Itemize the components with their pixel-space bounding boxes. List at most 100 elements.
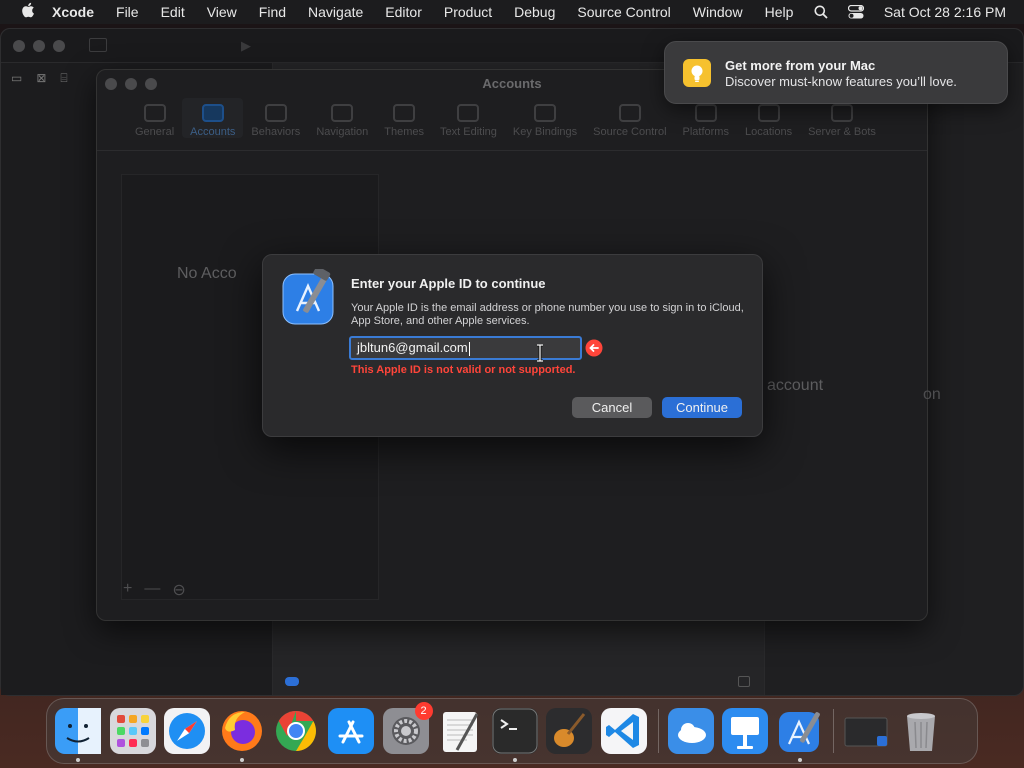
notification-badge: 2 (414, 702, 433, 720)
running-indicator (76, 758, 80, 762)
xcode-icon (778, 712, 820, 752)
accounts-list-controls: + — ⊖ (123, 580, 186, 600)
menu-file[interactable]: File (116, 4, 139, 20)
at-sign-icon (201, 104, 224, 122)
vscode-icon (600, 708, 647, 754)
app-menu-xcode[interactable]: Xcode (52, 4, 94, 20)
dock-divider (657, 709, 659, 753)
dock-divider (833, 709, 835, 753)
status-indicator (285, 677, 299, 686)
menu-edit[interactable]: Edit (161, 4, 185, 20)
terminal-icon (491, 708, 538, 754)
tab-themes[interactable]: Themes (376, 98, 432, 138)
divider (97, 150, 927, 151)
tab-label: Behaviors (251, 126, 301, 138)
xcode-app-icon (280, 266, 338, 327)
cancel-button[interactable]: Cancel (572, 397, 652, 418)
more-options-button[interactable]: ⊖ (172, 580, 185, 600)
dock-safari[interactable] (164, 708, 211, 754)
dialog-description: Your Apple ID is the email address or ph… (351, 302, 744, 327)
dock-screen-window[interactable] (843, 708, 889, 754)
guitar-icon (546, 708, 593, 754)
prefs-tab-bar: General Accounts Behaviors Navigation Th… (127, 98, 884, 138)
tab-accounts[interactable]: Accounts (182, 98, 244, 138)
tab-locations[interactable]: Locations (737, 98, 800, 138)
menu-clock[interactable]: Sat Oct 28 2:16 PM (884, 4, 1006, 20)
tab-text-editing[interactable]: Text Editing (432, 98, 505, 138)
notification-banner[interactable]: Get more from your Mac Discover must-kno… (664, 41, 1008, 104)
tab-label: Locations (744, 126, 793, 138)
behaviors-icon (264, 104, 287, 122)
zoom-window-button[interactable] (53, 40, 65, 52)
no-accounts-label: No Acco (177, 265, 237, 282)
dock-trash[interactable] (898, 708, 944, 754)
close-window-button[interactable] (13, 40, 25, 52)
menu-view[interactable]: View (207, 4, 237, 20)
remove-account-button[interactable]: — (144, 580, 160, 600)
brush-icon (393, 104, 416, 122)
menu-find[interactable]: Find (259, 4, 286, 20)
drive-icon (757, 104, 780, 122)
dock-system-settings[interactable]: 2 (382, 702, 433, 754)
tab-server-bots[interactable]: Server & Bots (800, 98, 884, 138)
dock-textedit[interactable] (437, 708, 483, 754)
source-control-icon (618, 104, 641, 122)
dock-terminal[interactable] (491, 708, 538, 762)
dock-keynote[interactable] (722, 708, 769, 754)
notification-body: Discover must-know features you’ll love. (725, 74, 957, 89)
dock-launchpad[interactable] (109, 708, 156, 754)
dock-xcode[interactable] (777, 708, 823, 762)
app-store-icon (327, 708, 374, 754)
apple-id-input[interactable]: jbltun6@gmail.com (349, 336, 582, 360)
dock-chrome[interactable] (273, 708, 319, 754)
menu-navigate[interactable]: Navigate (308, 4, 363, 20)
tab-platforms[interactable]: Platforms (675, 98, 737, 138)
tab-label: Themes (384, 126, 425, 138)
menu-editor[interactable]: Editor (385, 4, 422, 20)
navigator-tabs: ▭ ⊠ ⌸ (11, 71, 68, 86)
sidebar-toggle-icon[interactable] (89, 38, 107, 52)
hierarchy-icon[interactable]: ⌸ (60, 71, 67, 86)
pencil-icon (457, 104, 480, 122)
running-indicator (512, 758, 517, 762)
keyboard-icon (534, 104, 557, 122)
tab-navigation[interactable]: Navigation (308, 98, 376, 138)
continue-button[interactable]: Continue (662, 397, 742, 418)
tab-general[interactable]: General (127, 98, 182, 138)
dock-garageband[interactable] (546, 708, 593, 754)
dock-weather[interactable] (667, 708, 714, 754)
finder-icon (55, 708, 101, 754)
apple-id-dialog: Enter your Apple ID to continue Your App… (262, 254, 763, 437)
notification-title: Get more from your Mac (725, 58, 876, 73)
control-center-icon[interactable] (847, 5, 864, 19)
source-control-icon[interactable]: ⊠ (36, 71, 46, 86)
add-account-button[interactable]: + (123, 580, 132, 600)
dock-firefox[interactable] (219, 708, 265, 762)
panel-toggle-icon[interactable] (738, 676, 750, 687)
dock-finder[interactable] (55, 708, 101, 762)
folder-icon[interactable]: ▭ (11, 71, 22, 86)
keynote-icon (722, 708, 769, 754)
dialog-title: Enter your Apple ID to continue (351, 276, 546, 291)
menu-source-control[interactable]: Source Control (577, 4, 670, 20)
menu-window[interactable]: Window (693, 4, 743, 20)
menu-debug[interactable]: Debug (514, 4, 555, 20)
running-indicator (797, 758, 802, 762)
run-icon[interactable]: ▶ (241, 38, 251, 54)
minimize-window-button[interactable] (33, 40, 45, 52)
tips-lightbulb-icon (683, 59, 711, 87)
tab-behaviors[interactable]: Behaviors (243, 98, 308, 138)
running-indicator (239, 758, 244, 762)
apple-menu-icon[interactable] (18, 2, 38, 22)
menu-product[interactable]: Product (444, 4, 492, 20)
menu-help[interactable]: Help (765, 4, 794, 20)
tab-source-control[interactable]: Source Control (585, 98, 674, 138)
menu-bar: Xcode File Edit View Find Navigate Edito… (0, 0, 1024, 24)
dock-app-store[interactable] (327, 708, 374, 754)
trash-icon (906, 713, 935, 751)
dock-vscode[interactable] (600, 708, 647, 754)
tab-key-bindings[interactable]: Key Bindings (505, 98, 585, 138)
tab-label: Server & Bots (808, 126, 876, 138)
text-cursor-icon (535, 343, 545, 367)
spotlight-search-icon[interactable] (814, 5, 828, 19)
